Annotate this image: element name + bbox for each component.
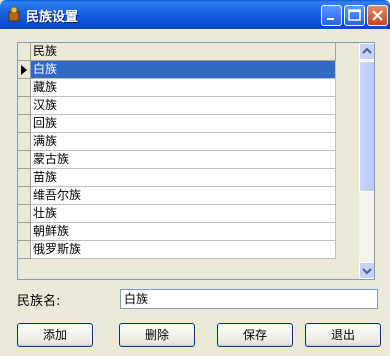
table-row[interactable]: 蒙古族 [18,151,359,169]
table-row[interactable]: 维吾尔族 [18,187,359,205]
table-cell[interactable]: 壮族 [31,205,336,223]
maximize-button[interactable] [344,5,365,26]
column-header-ethnic[interactable]: 民族 [31,43,336,61]
header-corner [18,43,31,61]
table-cell[interactable]: 朝鲜族 [31,223,336,241]
table-cell[interactable]: 回族 [31,115,336,133]
row-selector[interactable] [18,223,31,241]
scroll-up-icon [362,47,372,54]
table-row[interactable]: 藏族 [18,79,359,97]
maximize-icon [348,9,361,21]
close-button[interactable] [367,5,388,26]
vertical-scrollbar[interactable] [359,43,374,279]
row-selector[interactable] [18,169,31,187]
table-row[interactable]: 俄罗斯族 [18,241,359,259]
exit-button[interactable]: 退出 [305,323,381,347]
row-selector[interactable] [18,61,31,79]
table-row[interactable]: 壮族 [18,205,359,223]
close-icon [372,10,383,21]
scroll-down-icon [362,268,372,275]
minimize-icon [327,18,334,20]
grid-header-row: 民族 [18,43,359,61]
row-selector[interactable] [18,241,31,259]
ethnic-name-label: 民族名: [17,294,61,309]
table-cell[interactable]: 藏族 [31,79,336,97]
minimize-button[interactable] [321,5,342,26]
add-button[interactable]: 添加 [17,323,93,347]
ethnic-name-input[interactable]: 白族 [120,289,378,309]
scroll-down-button[interactable] [359,262,374,279]
table-cell[interactable]: 汉族 [31,97,336,115]
table-cell[interactable]: 白族 [31,61,336,79]
row-selector[interactable] [18,79,31,97]
table-cell[interactable]: 俄罗斯族 [31,241,336,259]
table-row[interactable]: 满族 [18,133,359,151]
row-pointer-icon [21,65,27,75]
row-selector[interactable] [18,115,31,133]
table-row[interactable]: 回族 [18,115,359,133]
scroll-up-button[interactable] [359,43,374,60]
table-row[interactable]: 朝鲜族 [18,223,359,241]
save-button[interactable]: 保存 [217,323,293,347]
scroll-thumb[interactable] [359,61,374,192]
delete-button[interactable]: 删除 [119,323,195,347]
table-cell[interactable]: 苗族 [31,169,336,187]
row-selector[interactable] [18,97,31,115]
row-selector[interactable] [18,133,31,151]
table-row[interactable]: 苗族 [18,169,359,187]
table-cell[interactable]: 满族 [31,133,336,151]
ethnic-grid[interactable]: 民族 白族 藏族 汉族 回族 满族 蒙古族 苗族 维吾尔族 壮族 朝鲜族 俄罗斯… [17,42,375,280]
row-selector[interactable] [18,187,31,205]
row-selector[interactable] [18,205,31,223]
row-selector[interactable] [18,151,31,169]
table-row[interactable]: 汉族 [18,97,359,115]
title-bar: 民族设置 [0,0,390,29]
window-title: 民族设置 [26,10,79,25]
table-row[interactable]: 白族 [18,61,359,79]
table-cell[interactable]: 蒙古族 [31,151,336,169]
app-icon [8,6,20,22]
grid-empty-area [18,261,359,279]
table-cell[interactable]: 维吾尔族 [31,187,336,205]
